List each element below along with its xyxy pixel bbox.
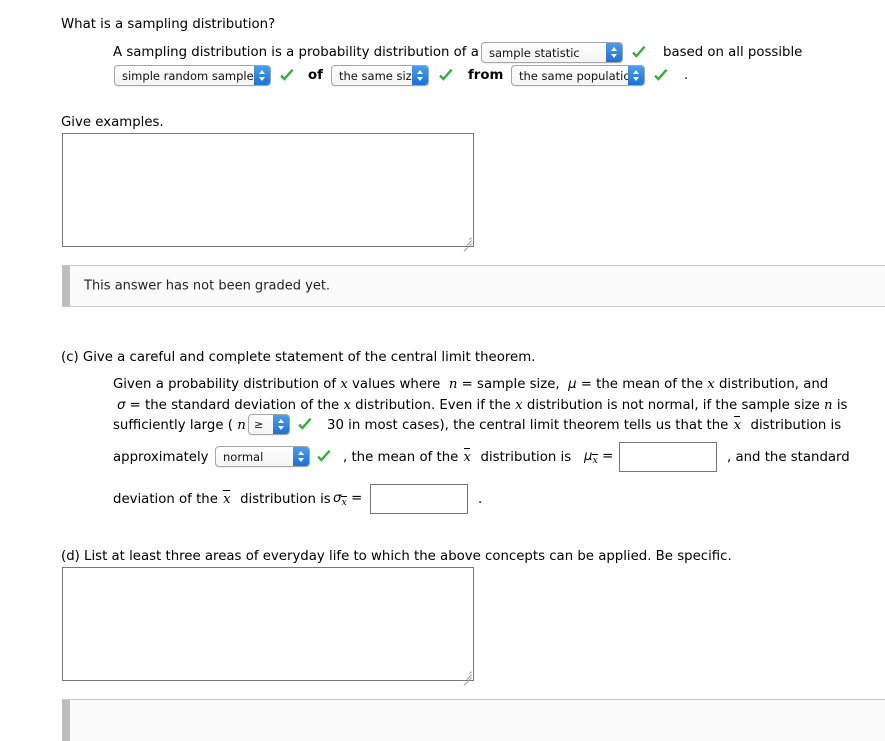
select-the-same-population[interactable]: the same population (511, 65, 645, 86)
c-l1-a: Given a probability distribution of (113, 377, 337, 392)
select-approximation-shape[interactable]: normal (215, 446, 310, 467)
question-c-line5-c: . (478, 492, 483, 507)
c-l3-c: distribution is (750, 418, 842, 433)
select-simple-random-samples-value: simple random samples (122, 68, 254, 83)
question-b-line1-post: based on all possible (663, 45, 803, 60)
green-checkmark-icon (630, 44, 648, 62)
resize-grip-icon[interactable] (460, 233, 472, 252)
green-checkmark-icon (437, 67, 455, 85)
select-inequality-value: ≥ (254, 418, 264, 431)
c-l4-b: , the mean of the (343, 450, 459, 465)
c-l2-d: is (836, 398, 848, 413)
c-l2-b: distribution. Even if the (355, 398, 511, 413)
c-l3-xbar: x (733, 416, 742, 433)
examples-textarea[interactable] (62, 133, 474, 252)
select-the-same-size-value: the same size (339, 68, 412, 83)
sigma-symbol: σ (333, 491, 342, 506)
mean-of-xbar-input[interactable] (619, 442, 717, 472)
question-b-from-label: from (468, 68, 504, 83)
worksheet-page: What is a sampling distribution? A sampl… (0, 0, 885, 741)
sigma-equals: = (351, 491, 363, 506)
question-c-line2: σ = the standard deviation of the x dist… (117, 398, 847, 414)
c-l2-n: n (824, 398, 833, 413)
sigma-xbar-label: σx = (333, 491, 362, 508)
resize-grip-icon[interactable] (460, 667, 472, 686)
question-c-line5-a: deviation of the x distribution is (113, 490, 331, 508)
question-c-line1: Given a probability distribution of x va… (113, 377, 828, 393)
sd-of-xbar-input[interactable] (370, 484, 468, 514)
c-l1-x2: x (707, 377, 715, 392)
c-l1-n: n (448, 377, 458, 392)
question-b-prompt: What is a sampling distribution? (61, 17, 276, 32)
question-c-line4-a: approximately (113, 450, 209, 465)
question-d-prompt: (d) List at least three areas of everyda… (61, 549, 732, 564)
mu-equals: = (602, 449, 614, 464)
green-checkmark-icon (315, 448, 333, 466)
grading-notice-text: This answer has not been graded yet. (84, 278, 331, 294)
question-b-of-label: of (308, 68, 323, 83)
notice-accent-bar (62, 266, 70, 306)
mu-symbol: μ (584, 449, 593, 464)
question-b-line2-period: . (684, 68, 689, 83)
c-l5-a: deviation of the (113, 492, 218, 507)
c-l5-b: distribution is (240, 492, 331, 507)
c-l5-xbar: x (223, 490, 231, 507)
c-l2-sigma: σ (117, 398, 126, 413)
select-sample-statistic[interactable]: sample statistic (481, 42, 623, 63)
c-l2-x2: x (515, 398, 523, 413)
select-the-same-population-value: the same population (519, 68, 628, 83)
c-l3-n: n (237, 418, 246, 433)
green-checkmark-icon (296, 416, 314, 434)
question-c-line4-d: , and the standard (727, 450, 850, 465)
select-the-same-size[interactable]: the same size (331, 65, 429, 86)
chevron-up-down-icon (606, 43, 622, 62)
chevron-up-down-icon (254, 66, 270, 85)
select-simple-random-samples[interactable]: simple random samples (114, 65, 271, 86)
c-l1-c: = sample size, (461, 377, 560, 392)
c-l4-c: distribution is (480, 450, 572, 465)
question-c-line3-b: 30 in most cases), the central limit the… (327, 416, 842, 434)
select-approximation-shape-value: normal (223, 449, 264, 464)
chevron-up-down-icon (628, 66, 644, 85)
sigma-subscript-xbar: x (341, 495, 348, 508)
c-l2-a: = the standard deviation of the (129, 398, 340, 413)
c-l1-d: = the mean of the (580, 377, 703, 392)
c-l2-x1: x (343, 398, 351, 413)
question-d-textarea[interactable] (62, 567, 474, 686)
c-l2-c: distribution is not normal, if the sampl… (526, 398, 820, 413)
green-checkmark-icon (652, 67, 670, 85)
select-inequality[interactable]: ≥ (248, 414, 290, 435)
c-l4-xbar: x (463, 448, 472, 465)
green-checkmark-icon (278, 67, 296, 85)
question-c-prompt: (c) Give a careful and complete statemen… (61, 350, 536, 365)
question-b-line1-pre: A sampling distribution is a probability… (113, 45, 479, 60)
question-c-line4-b: , the mean of the x distribution is (343, 448, 572, 466)
give-examples-prompt: Give examples. (61, 115, 164, 130)
grading-notice-b: This answer has not been graded yet. (62, 265, 885, 307)
grading-notice-d (62, 699, 885, 741)
mu-xbar-label: μx = (584, 449, 613, 466)
c-l3-a: sufficiently large ( (113, 418, 233, 433)
c-l1-mu: μ (568, 377, 577, 392)
c-l1-x1: x (340, 377, 348, 392)
select-sample-statistic-value: sample statistic (489, 45, 580, 60)
c-l1-e: distribution, and (718, 377, 829, 392)
c-l1-b: values where (352, 377, 441, 392)
chevron-up-down-icon (273, 415, 289, 434)
question-c-line3-a: sufficiently large ( n (113, 418, 246, 434)
c-l3-b: 30 in most cases), the central limit the… (327, 418, 729, 433)
chevron-up-down-icon (412, 66, 428, 85)
notice-accent-bar (62, 700, 70, 741)
chevron-up-down-icon (293, 447, 309, 466)
mu-subscript-xbar: x (592, 453, 599, 466)
